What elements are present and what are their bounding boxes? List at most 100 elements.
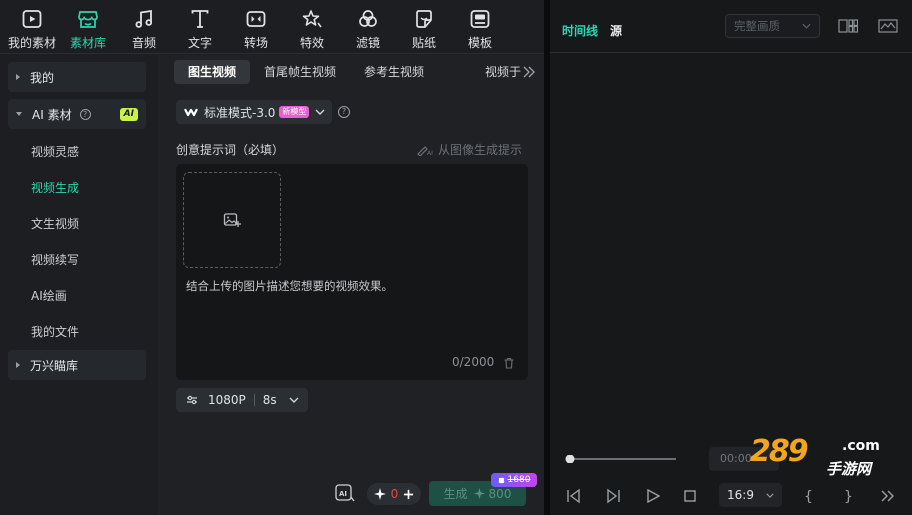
expand-arrow-icon [16, 74, 20, 80]
sidebar-item-video-inspiration[interactable]: 视频灵感 [31, 143, 79, 160]
prompt-from-image-button[interactable]: AI 从图像生成提示 [416, 141, 522, 158]
chevron-down-icon [289, 397, 299, 403]
tab-reference-video[interactable]: 参考生视频 [350, 60, 438, 84]
preview-panel: 时间线 源 完整画质 00:00 { } 16:9 289 .com 手游网 [550, 0, 912, 515]
svg-text:{: { [804, 489, 813, 505]
toolbar-item-store[interactable]: 素材库 [60, 0, 116, 54]
generate-label: 生成 [443, 487, 468, 501]
stop-icon[interactable] [684, 490, 696, 502]
quality-value: 完整画质 [734, 19, 780, 33]
image-upload-area[interactable] [183, 172, 281, 268]
resolution-value: 1080P [208, 393, 246, 407]
sidebar: 我的 AI 素材 ? AI 视频灵感 视频生成 文生视频 视频续写 AI绘画 我… [0, 55, 158, 515]
output-settings-button[interactable]: 1080P 8s [176, 388, 308, 412]
toolbar-label: 素材库 [69, 36, 106, 50]
tabs-more-button[interactable] [522, 63, 536, 81]
store-icon [78, 11, 98, 28]
preview-tabs: 时间线 源 [562, 22, 622, 39]
transition-icon [246, 11, 266, 27]
left-panel: 我的素材 素材库 音频 文字 转场 特效 滤镜 贴纸 模板 我的 AI 素材 ?… [0, 0, 544, 515]
svg-text:AI: AI [339, 490, 347, 498]
mode-help-icon[interactable]: ? [338, 106, 350, 118]
effects-star-icon [302, 10, 322, 28]
generate-cost: 800 [488, 486, 512, 501]
mark-out-icon[interactable]: } [844, 489, 853, 505]
grid-view-icon[interactable] [838, 18, 858, 34]
old-price: 1680 [507, 475, 531, 485]
tag-icon [498, 477, 504, 483]
template-icon [470, 10, 490, 28]
chevron-down-icon [802, 23, 811, 29]
ai-watermark-toggle[interactable]: AI [334, 483, 356, 503]
divider [253, 394, 255, 406]
quality-select[interactable]: 完整画质 [725, 14, 820, 38]
char-counter: 0/2000 [452, 355, 495, 369]
svg-text:AI: AI [427, 150, 433, 156]
add-image-icon [223, 213, 241, 227]
tab-image-to-video[interactable]: 图生视频 [174, 60, 251, 84]
collapse-arrow-icon [16, 112, 22, 116]
credit-count: 0 [390, 487, 399, 501]
clear-prompt-button[interactable] [503, 357, 515, 369]
prev-frame-icon[interactable] [567, 488, 580, 504]
trash-icon [504, 357, 514, 369]
toolbar-label: 我的素材 [7, 36, 56, 50]
more-controls-icon[interactable] [881, 490, 894, 502]
tab-video-cut[interactable]: 视频于 [485, 60, 521, 84]
toolbar-item-effects[interactable]: 特效 [284, 0, 340, 54]
sidebar-item-ai-assets[interactable]: AI 素材 ? AI [8, 99, 146, 129]
generation-panel: 图生视频 首尾帧生视频 参考生视频 视频于 标准模式-3.0 新模型 ? 创意提… [158, 55, 544, 515]
prompt-label: 创意提示词（必填） [176, 143, 285, 157]
waveform-chart-icon[interactable] [878, 18, 898, 34]
expand-arrow-icon [16, 362, 20, 368]
toolbar-label: 音频 [131, 36, 156, 50]
next-frame-icon[interactable] [607, 488, 620, 504]
sliders-icon [187, 395, 197, 405]
my-media-icon [22, 10, 42, 28]
filter-icon [359, 10, 377, 27]
preview-header-divider [550, 52, 912, 53]
watermark-number: 289 [750, 434, 809, 469]
sidebar-item-library[interactable]: 万兴瞄库 [8, 350, 146, 380]
sidebar-item-ai-painting[interactable]: AI绘画 [31, 287, 67, 304]
sidebar-item-label: 我的 [30, 70, 55, 85]
sticker-icon [416, 10, 432, 28]
play-icon[interactable] [647, 488, 661, 504]
tab-timeline[interactable]: 时间线 [562, 22, 598, 39]
playback-scrubber[interactable] [564, 455, 676, 463]
chevron-down-icon [315, 109, 325, 115]
sidebar-item-mine[interactable]: 我的 [8, 62, 146, 92]
prompt-box[interactable]: 结合上传的图片描述您想要的视频效果。 0/2000 [176, 164, 528, 380]
top-toolbar: 我的素材 素材库 音频 文字 转场 特效 滤镜 贴纸 模板 [0, 0, 544, 54]
toolbar-label: 滤镜 [355, 36, 380, 50]
toolbar-label: 贴纸 [411, 36, 436, 50]
credit-counter[interactable]: 0 [367, 483, 421, 505]
toolbar-item-my-media[interactable]: 我的素材 [4, 0, 60, 54]
from-image-label: 从图像生成提示 [438, 143, 523, 157]
mark-in-icon[interactable]: { [804, 489, 813, 505]
toolbar-item-template[interactable]: 模板 [452, 0, 508, 54]
toolbar-label: 特效 [299, 36, 324, 50]
toolbar-label: 模板 [467, 36, 492, 50]
toolbar-item-sticker[interactable]: 贴纸 [396, 0, 452, 54]
ai-badge: AI [119, 107, 138, 121]
ai-image-icon: AI [335, 484, 355, 502]
toolbar-item-audio[interactable]: 音频 [116, 0, 172, 54]
toolbar-item-transition[interactable]: 转场 [228, 0, 284, 54]
help-icon[interactable]: ? [79, 108, 91, 120]
toolbar-label: 文字 [187, 36, 212, 50]
sidebar-item-my-files[interactable]: 我的文件 [31, 323, 79, 340]
duration-value: 8s [262, 393, 277, 407]
sidebar-item-video-generation[interactable]: 视频生成 [31, 179, 79, 196]
sidebar-item-video-continue[interactable]: 视频续写 [31, 251, 79, 268]
text-t-icon [191, 10, 209, 28]
sidebar-item-label: AI 素材 [32, 107, 72, 122]
tab-source[interactable]: 源 [610, 22, 622, 39]
toolbar-item-text[interactable]: 文字 [172, 0, 228, 54]
tab-first-last-frame[interactable]: 首尾帧生视频 [250, 60, 350, 84]
toolbar-item-filter[interactable]: 滤镜 [340, 0, 396, 54]
aspect-ratio-select[interactable]: 16:9 [719, 483, 782, 507]
mode-select[interactable]: 标准模式-3.0 新模型 [176, 100, 332, 124]
sidebar-item-text-to-video[interactable]: 文生视频 [31, 215, 79, 232]
ratio-value: 16:9 [727, 488, 754, 502]
